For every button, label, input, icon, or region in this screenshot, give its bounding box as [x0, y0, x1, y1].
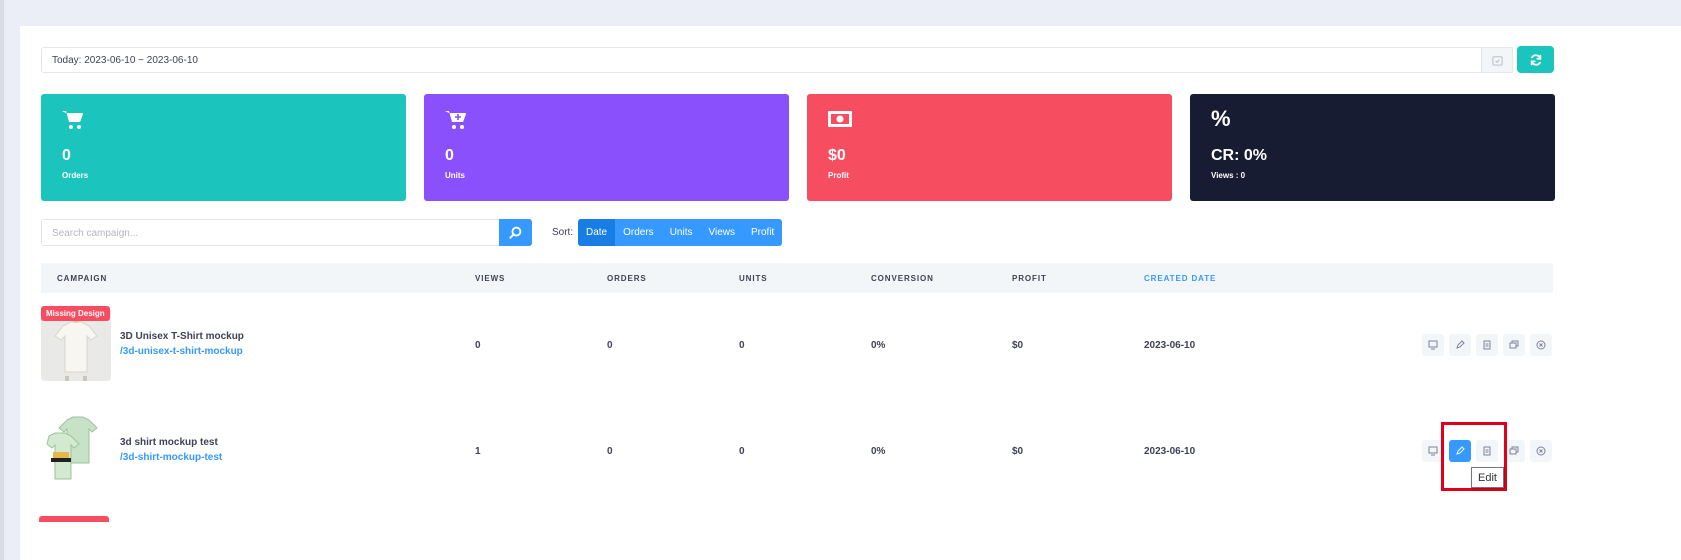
orders-cell: 0	[607, 340, 613, 351]
campaign-name: 3d shirt mockup test	[120, 437, 218, 448]
copy-icon[interactable]	[1476, 334, 1498, 356]
edit-icon[interactable]	[1449, 334, 1471, 356]
conversion-value: CR: 0%	[1211, 147, 1268, 164]
header-units[interactable]: UNITS	[739, 274, 768, 283]
percent-icon: %	[1211, 106, 1231, 131]
units-value: 0	[445, 147, 454, 164]
stat-card-profit: $0 Profit	[807, 94, 1172, 201]
date-filter-row: Today: 2023-06-10 ~ 2023-06-10	[41, 46, 1554, 73]
units-cell: 0	[739, 340, 745, 351]
units-label: Units	[445, 171, 465, 180]
views-cell: 0	[475, 340, 481, 351]
header-profit[interactable]: PROFIT	[1012, 274, 1047, 283]
stat-card-orders: 0 Orders	[41, 94, 406, 201]
orders-cell: 0	[607, 446, 613, 457]
sort-units-button[interactable]: Units	[662, 219, 701, 246]
stat-card-units: 0 Units	[424, 94, 789, 201]
search-icon	[509, 226, 522, 239]
header-created-date[interactable]: CREATED DATE	[1144, 274, 1216, 283]
table-row: Missing Design 3D Unisex T-Shirt mockup …	[41, 294, 1553, 398]
created-date-cell: 2023-06-10	[1144, 446, 1196, 457]
sort-date-button[interactable]: Date	[578, 219, 616, 246]
delete-icon[interactable]	[1530, 334, 1552, 356]
clone-icon[interactable]	[1503, 334, 1525, 356]
calendar-icon[interactable]	[1481, 47, 1513, 73]
sort-orders-button[interactable]: Orders	[615, 219, 662, 246]
delete-icon[interactable]	[1530, 440, 1552, 462]
sort-label: Sort:	[552, 227, 574, 238]
units-cell: 0	[739, 446, 745, 457]
refresh-button[interactable]	[1517, 46, 1554, 73]
stats-cards: 0 Orders 0 Units $0 Profit % CR: 0% View…	[41, 94, 1555, 201]
search-input[interactable]: Search campaign...	[41, 219, 501, 246]
dashboard-panel: Today: 2023-06-10 ~ 2023-06-10 0 Orders …	[20, 26, 1681, 560]
edit-tooltip: Edit	[1471, 467, 1504, 488]
header-conversion[interactable]: CONVERSION	[871, 274, 934, 283]
left-rail	[0, 0, 4, 560]
campaign-name: 3D Unisex T-Shirt mockup	[120, 331, 244, 342]
stat-card-conversion: % CR: 0% Views : 0	[1190, 94, 1555, 201]
views-cell: 1	[475, 446, 481, 457]
refresh-icon	[1530, 53, 1541, 66]
campaign-slug-link[interactable]: /3d-shirt-mockup-test	[120, 452, 222, 463]
conversion-cell: 0%	[871, 446, 886, 457]
sort-views-button[interactable]: Views	[700, 219, 743, 246]
orders-value: 0	[62, 147, 71, 164]
conversion-cell: 0%	[871, 340, 886, 351]
profit-cell: $0	[1012, 446, 1024, 457]
campaign-slug-link[interactable]: /3d-unisex-t-shirt-mockup	[120, 346, 243, 357]
search-button[interactable]	[499, 219, 532, 246]
table-row: 3d shirt mockup test /3d-shirt-mockup-te…	[41, 400, 1553, 504]
profit-label: Profit	[828, 171, 849, 180]
cart-plus-icon	[445, 110, 467, 135]
header-campaign[interactable]: CAMPAIGN	[57, 274, 107, 283]
preview-icon[interactable]	[1422, 334, 1444, 356]
profit-cell: $0	[1012, 340, 1024, 351]
created-date-cell: 2023-06-10	[1144, 340, 1196, 351]
product-thumbnail	[41, 414, 111, 487]
money-icon	[828, 110, 852, 133]
orders-label: Orders	[62, 171, 89, 180]
header-orders[interactable]: ORDERS	[607, 274, 647, 283]
date-range-input[interactable]: Today: 2023-06-10 ~ 2023-06-10	[41, 47, 1500, 73]
header-views[interactable]: VIEWS	[475, 274, 505, 283]
cart-icon	[62, 110, 84, 135]
next-row-badge	[39, 516, 109, 522]
status-badge: Missing Design	[41, 306, 110, 321]
views-label: Views : 0	[1211, 171, 1246, 180]
row-actions	[1422, 334, 1557, 356]
sort-profit-button[interactable]: Profit	[743, 219, 782, 246]
profit-value: $0	[828, 147, 846, 164]
sort-button-group: Date Orders Units Views Profit	[578, 219, 783, 246]
search-sort-row: Search campaign... Sort: Date Orders Uni…	[41, 219, 801, 246]
table-header: CAMPAIGN VIEWS ORDERS UNITS CONVERSION P…	[41, 263, 1553, 293]
